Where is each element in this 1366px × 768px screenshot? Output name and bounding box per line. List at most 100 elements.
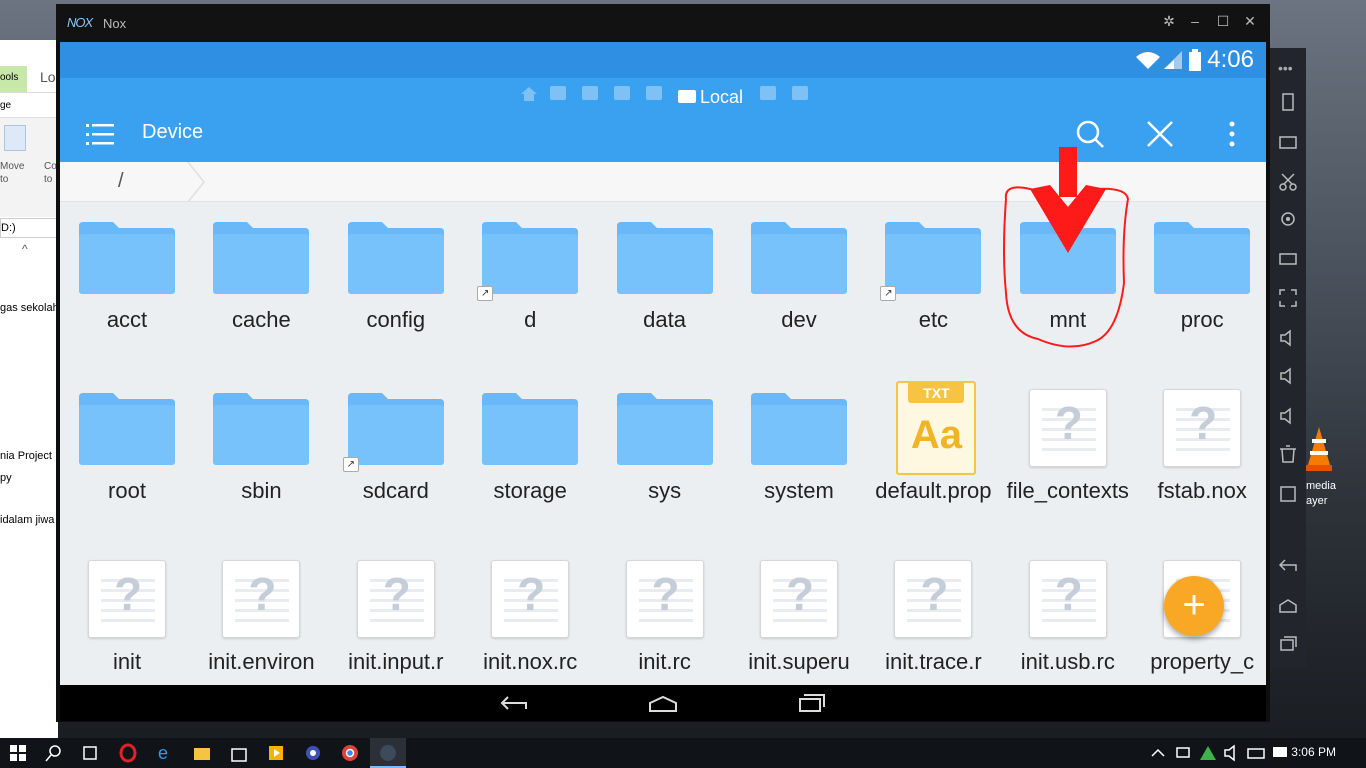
taskbar-clock[interactable]: 3:06 PM <box>1291 745 1336 759</box>
window-tab-icon[interactable] <box>646 86 662 100</box>
question-mark-icon: ? <box>382 568 411 620</box>
trash-icon[interactable] <box>1278 444 1298 464</box>
media-player-icon[interactable] <box>266 743 286 763</box>
ribbon-tab-tools[interactable]: ools <box>0 66 27 92</box>
sidebar-recent-icon[interactable] <box>1278 634 1298 654</box>
unknown-file-icon: ? <box>1163 389 1242 467</box>
file-name-label: init.superu <box>748 649 850 674</box>
file-name-label: config <box>366 307 426 332</box>
settings-gear-icon[interactable]: ✲ <box>1160 13 1178 30</box>
ribbon-tab-manage[interactable]: ge <box>0 100 11 111</box>
menu-icon[interactable] <box>86 122 114 146</box>
file-item-init-environ[interactable]: ? init.environ <box>194 544 328 685</box>
file-item-etc[interactable]: ↗ etc <box>866 202 1000 372</box>
move-to-icon[interactable] <box>4 125 26 151</box>
chevron-up-icon[interactable]: ^ <box>22 242 28 256</box>
file-item-init[interactable]: ? init <box>60 544 194 685</box>
network-icon[interactable] <box>1174 743 1194 763</box>
opera-icon[interactable] <box>118 743 138 763</box>
nox-taskbar-button[interactable] <box>370 738 406 768</box>
file-item-data[interactable]: data <box>598 202 732 372</box>
file-item-init-usb-rc[interactable]: ? init.usb.rc <box>1001 544 1135 685</box>
mute-icon[interactable] <box>1278 406 1298 426</box>
file-name-label: init.nox.rc <box>483 649 578 674</box>
screen-icon[interactable] <box>1278 250 1298 270</box>
file-item-root[interactable]: root <box>60 373 194 543</box>
minimize-icon[interactable]: – <box>1186 13 1204 29</box>
file-item-cache[interactable]: cache <box>194 202 328 372</box>
close-icon[interactable] <box>1144 118 1176 150</box>
nox-logo: NOX <box>67 15 93 30</box>
file-item-acct[interactable]: acct <box>60 202 194 372</box>
add-fab-button[interactable]: + <box>1164 576 1224 636</box>
file-item-file-contexts[interactable]: ? file_contexts <box>1001 373 1135 543</box>
question-mark-icon: ? <box>651 568 680 620</box>
window-tab-icon[interactable] <box>760 86 776 100</box>
browser-icon[interactable] <box>303 743 323 763</box>
fullscreen-icon[interactable] <box>1278 288 1298 308</box>
store-icon[interactable] <box>229 743 249 763</box>
address-bar[interactable]: D:) <box>0 218 58 238</box>
file-item-config[interactable]: config <box>329 202 463 372</box>
breadcrumb-root[interactable]: / <box>118 170 124 193</box>
file-item[interactable]: nia Project <box>0 450 52 462</box>
tray-app-icon[interactable] <box>1198 743 1218 763</box>
windows-start-icon[interactable] <box>8 743 28 763</box>
sidebar-back-icon[interactable] <box>1278 556 1298 576</box>
more-options-icon[interactable] <box>1216 118 1248 150</box>
file-item-sbin[interactable]: sbin <box>194 373 328 543</box>
file-explorer-icon[interactable] <box>192 743 212 763</box>
file-item-d[interactable]: ↗ d <box>463 202 597 372</box>
task-view-icon[interactable] <box>80 743 100 763</box>
file-item-init-rc[interactable]: ? init.rc <box>598 544 732 685</box>
file-item-init-superu[interactable]: ? init.superu <box>732 544 866 685</box>
scissors-icon[interactable] <box>1278 172 1298 192</box>
window-tab-icon[interactable] <box>550 86 566 100</box>
close-window-icon[interactable]: ✕ <box>1241 13 1259 30</box>
window-tab-icon[interactable] <box>614 86 630 100</box>
file-item-default-prop[interactable]: TXT Aa default.prop <box>866 373 1000 543</box>
file-item[interactable]: idalam jiwa <box>0 514 54 526</box>
search-icon[interactable] <box>44 743 64 763</box>
location-icon[interactable] <box>1278 210 1298 230</box>
vlc-desktop-label[interactable]: media ayer <box>1306 479 1336 509</box>
apk-install-icon[interactable] <box>1278 484 1298 504</box>
home-icon[interactable] <box>648 693 678 713</box>
nox-titlebar[interactable]: NOX Nox ✲ – ☐ ✕ <box>56 4 1270 42</box>
file-item[interactable]: gas sekolah <box>0 302 58 314</box>
more-icon[interactable]: ••• <box>1278 60 1293 76</box>
maximize-icon[interactable]: ☐ <box>1214 13 1232 30</box>
file-item-sdcard[interactable]: ↗ sdcard <box>329 373 463 543</box>
file-item-init-input-r[interactable]: ? init.input.r <box>329 544 463 685</box>
file-item-dev[interactable]: dev <box>732 202 866 372</box>
file-item-init-nox-rc[interactable]: ? init.nox.rc <box>463 544 597 685</box>
chrome-icon[interactable] <box>340 743 360 763</box>
window-tab-icon[interactable] <box>582 86 598 100</box>
vlc-cone-icon[interactable] <box>1304 425 1334 473</box>
edge-icon[interactable]: e <box>155 743 175 763</box>
home-tab-icon[interactable] <box>520 86 538 102</box>
sidebar-home-icon[interactable] <box>1278 596 1298 616</box>
shortcut-link-icon: ↗ <box>477 286 494 301</box>
file-item-sys[interactable]: sys <box>598 373 732 543</box>
file-item-system[interactable]: system <box>732 373 866 543</box>
volume-icon[interactable] <box>1222 743 1242 763</box>
volume-up-icon[interactable] <box>1278 328 1298 348</box>
file-item[interactable]: py <box>0 472 12 484</box>
file-item-init-trace-r[interactable]: ? init.trace.r <box>866 544 1000 685</box>
keyboard-layout-icon[interactable] <box>1246 743 1266 763</box>
file-item-storage[interactable]: storage <box>463 373 597 543</box>
window-tab-icon[interactable] <box>792 86 808 100</box>
volume-down-icon[interactable] <box>1278 366 1298 386</box>
notification-icon[interactable] <box>1270 743 1290 763</box>
file-item-proc[interactable]: proc <box>1135 202 1266 372</box>
file-item-fstab-nox[interactable]: ? fstab.nox <box>1135 373 1266 543</box>
back-icon[interactable] <box>500 693 530 713</box>
chevron-up-icon[interactable] <box>1150 743 1166 763</box>
tab-local[interactable]: Local <box>678 87 743 108</box>
move-to-button[interactable]: Move to <box>0 160 30 186</box>
recent-apps-icon[interactable] <box>796 693 826 713</box>
shake-icon[interactable] <box>1278 92 1298 112</box>
unknown-file-icon: ? <box>491 560 570 638</box>
keyboard-icon[interactable] <box>1278 132 1298 152</box>
